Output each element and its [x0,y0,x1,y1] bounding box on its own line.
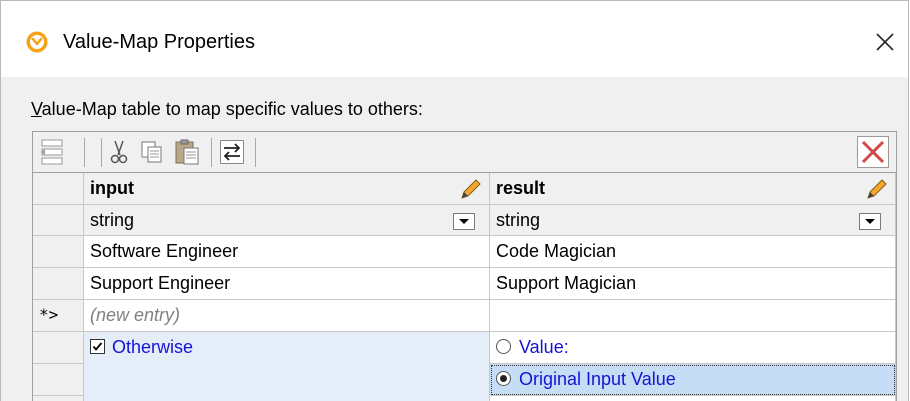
result-type-select[interactable]: string [490,205,896,236]
row-header-otherwise-2 [33,364,84,396]
chevron-down-icon[interactable] [859,213,881,230]
original-input-radio-label[interactable]: Original Input Value [519,369,676,389]
otherwise-checkbox[interactable] [90,339,105,354]
edit-pencil-icon[interactable] [458,178,482,200]
column-header-result[interactable]: result [490,173,896,205]
result-cell[interactable]: Support Magician [490,268,896,300]
grid-filler [490,396,896,401]
otherwise-label[interactable]: Otherwise [112,337,193,357]
otherwise-original-input-option[interactable]: Original Input Value [490,364,896,396]
result-type-value: string [496,210,541,230]
otherwise-value-option[interactable]: Value: [490,332,896,364]
mapforce-app-icon [26,31,48,53]
value-map-grid: *> input result string string Software E… [32,131,897,401]
checkmark-icon [92,342,103,351]
cut-icon[interactable] [105,136,133,168]
column-header-input[interactable]: input [84,173,490,205]
result-cell[interactable]: Code Magician [490,236,896,268]
copy-icon[interactable] [137,136,167,168]
value-radio[interactable] [496,339,511,354]
new-entry-marker[interactable]: *> [33,300,84,332]
swap-columns-icon[interactable] [217,136,247,168]
row-header-types [33,205,84,236]
caption-text: alue-Map table to map specific values to… [41,99,423,119]
edit-pencil-icon[interactable] [864,178,888,200]
row-header-2[interactable] [33,268,84,300]
input-cell[interactable]: Support Engineer [84,268,490,300]
paste-icon[interactable] [172,136,202,168]
chevron-down-icon[interactable] [453,213,475,230]
value-map-dialog: Value-Map Properties Value-Map table to … [0,0,909,401]
input-column-label: input [90,178,134,198]
input-cell[interactable]: Software Engineer [84,236,490,268]
caption-mnemonic: V [31,99,42,119]
otherwise-cell: Otherwise [84,332,490,401]
new-entry-input-cell[interactable]: (new entry) [84,300,490,332]
input-type-value: string [90,210,135,230]
row-header-column-names [33,173,84,205]
dialog-title: Value-Map Properties [63,31,255,53]
original-input-radio[interactable] [496,371,511,386]
row-header-filler [33,396,84,401]
input-type-select[interactable]: string [84,205,490,236]
row-header-otherwise [33,332,84,364]
value-radio-label[interactable]: Value: [519,337,569,357]
close-icon[interactable] [871,28,899,56]
result-column-label: result [496,178,546,198]
delete-icon[interactable] [855,136,891,168]
grid-toolbar [33,132,896,173]
row-header-1[interactable] [33,236,84,268]
table-caption: Value-Map table to map specific values t… [31,98,423,120]
title-bar: Value-Map Properties [1,1,908,77]
new-entry-result-cell[interactable] [490,300,896,332]
insert-row-icon[interactable] [38,136,68,168]
dialog-body: Value-Map table to map specific values t… [1,77,908,401]
